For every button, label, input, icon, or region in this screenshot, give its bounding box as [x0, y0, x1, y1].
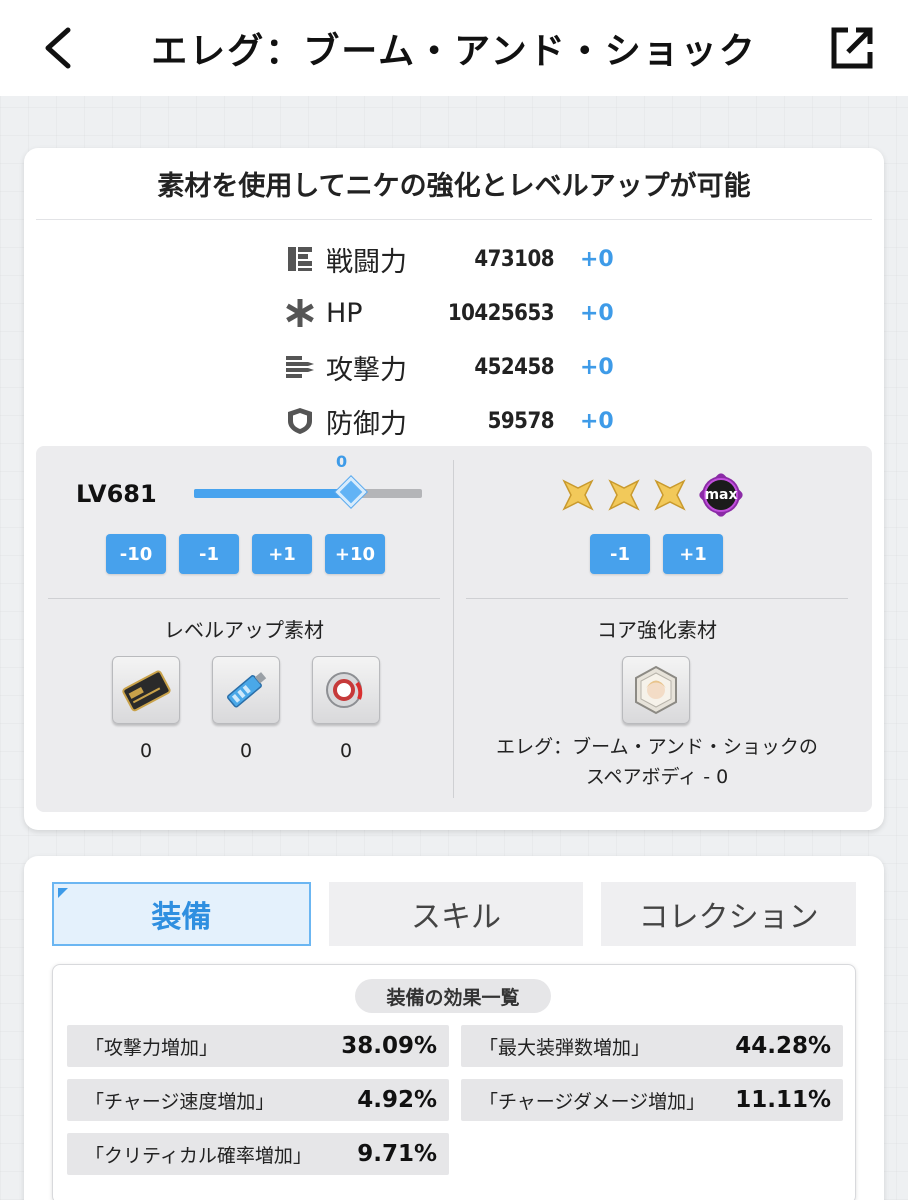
- effect-label: 「最大装弾数増加」: [479, 1036, 651, 1059]
- effect-value: 4.92%: [357, 1087, 437, 1113]
- core-material-item: [622, 656, 690, 724]
- level-slider[interactable]: [194, 476, 422, 508]
- stat-row-defense: 防御力 59578 +0: [284, 394, 644, 448]
- top-bar: エレグ：ブーム・アンド・ショック: [0, 0, 908, 96]
- stat-value: 10425653: [447, 300, 555, 326]
- battle-data-icon: [227, 672, 267, 708]
- credit-card-icon: [122, 670, 171, 712]
- share-button[interactable]: [824, 20, 880, 76]
- level-label: LV681: [76, 480, 157, 508]
- material-item: 0: [312, 656, 380, 762]
- effect-value: 11.11%: [735, 1087, 831, 1113]
- material-slot[interactable]: [112, 656, 180, 724]
- effect-row: 「チャージダメージ増加」 11.11%: [461, 1079, 843, 1121]
- core-material-count: スペアボディ - 0: [585, 766, 729, 788]
- star-icon: [562, 479, 594, 511]
- slider-handle[interactable]: [335, 476, 367, 508]
- material-count: 0: [339, 740, 353, 762]
- external-link-icon: [831, 27, 873, 69]
- level-materials-title: レベルアップ素材: [164, 618, 324, 642]
- level-minus-1-button[interactable]: -1: [179, 534, 239, 574]
- stat-delta: +0: [580, 408, 614, 434]
- material-item: 0: [212, 656, 280, 762]
- core-stars: max: [560, 471, 745, 519]
- stat-delta: +0: [580, 354, 614, 380]
- effect-value: 44.28%: [735, 1033, 831, 1059]
- separator: [466, 598, 848, 599]
- level-plus-1-button[interactable]: +1: [252, 534, 312, 574]
- equipment-effects-panel: 装備の効果一覧 「攻撃力増加」 38.09% 「最大装弾数増加」 44.28% …: [52, 964, 856, 1200]
- asterisk-icon: [284, 297, 316, 329]
- effect-value: 38.09%: [341, 1033, 437, 1059]
- stat-value: 473108: [474, 246, 554, 272]
- level-plus-10-button[interactable]: +10: [325, 534, 385, 574]
- back-button[interactable]: [30, 20, 86, 76]
- tab-collection[interactable]: コレクション: [601, 882, 857, 946]
- slider-value: 0: [336, 452, 348, 471]
- core-plus-1-button[interactable]: +1: [663, 534, 723, 574]
- upgrade-card: 素材を使用してニケの強化とレベルアップが可能 戦闘力 473108 +0 HP …: [24, 148, 884, 830]
- chevron-left-icon: [45, 27, 71, 69]
- stat-value: 452458: [474, 354, 554, 380]
- stats-list: 戦闘力 473108 +0 HP 10425653 +0 攻撃力 452458 …: [284, 232, 644, 448]
- effect-label: 「攻撃力増加」: [85, 1036, 219, 1059]
- effect-value: 9.71%: [357, 1141, 437, 1167]
- effect-label: 「チャージ速度増加」: [85, 1090, 275, 1113]
- slider-fill: [194, 489, 352, 498]
- effect-row: 「チャージ速度増加」 4.92%: [67, 1079, 449, 1121]
- stat-value: 59578: [487, 408, 555, 434]
- material-slot[interactable]: [312, 656, 380, 724]
- panel-divider: [453, 460, 454, 798]
- separator: [48, 598, 440, 599]
- material-item: 0: [112, 656, 180, 762]
- level-materials-list: 0 0 0: [112, 656, 380, 762]
- max-label: max: [704, 487, 738, 503]
- core-material-name: エレグ：ブーム・アンド・ショックの: [496, 736, 818, 758]
- attack-icon: [284, 351, 316, 383]
- stat-delta: +0: [580, 300, 614, 326]
- core-materials-title: コア強化素材: [597, 618, 717, 642]
- tab-equipment[interactable]: 装備: [52, 882, 311, 946]
- material-slot[interactable]: [622, 656, 690, 724]
- level-minus-10-button[interactable]: -10: [106, 534, 166, 574]
- star-icon: [654, 479, 686, 511]
- material-count: 0: [139, 740, 153, 762]
- material-count: 0: [239, 740, 253, 762]
- core-dust-icon: [326, 672, 363, 708]
- stat-row-power: 戦闘力 473108 +0: [284, 232, 644, 286]
- stat-row-hp: HP 10425653 +0: [284, 286, 644, 340]
- effect-row: 「攻撃力増加」 38.09%: [67, 1025, 449, 1067]
- tab-skill[interactable]: スキル: [328, 882, 584, 946]
- effect-row: 「最大装弾数増加」 44.28%: [461, 1025, 843, 1067]
- details-card: 装備 スキル コレクション 装備の効果一覧 「攻撃力増加」 38.09% 「最大…: [24, 856, 884, 1200]
- power-icon: [284, 243, 316, 275]
- effect-row: 「クリティカル確率増加」 9.71%: [67, 1133, 449, 1175]
- core-buttons: -1 +1: [590, 534, 723, 574]
- core-minus-1-button[interactable]: -1: [590, 534, 650, 574]
- page-title: エレグ：ブーム・アンド・ショック: [151, 31, 757, 72]
- shield-icon: [284, 405, 316, 437]
- star-icon: [608, 479, 640, 511]
- tab-bar: 装備 スキル コレクション: [52, 882, 857, 946]
- max-core-badge: max: [697, 471, 745, 519]
- stat-delta: +0: [580, 246, 614, 272]
- card-heading: 素材を使用してニケの強化とレベルアップが可能: [36, 148, 872, 220]
- material-slot[interactable]: [212, 656, 280, 724]
- stat-row-attack: 攻撃力 452458 +0: [284, 340, 644, 394]
- spare-body-icon: [635, 665, 677, 715]
- effects-title: 装備の効果一覧: [355, 979, 551, 1013]
- core-material-description: エレグ：ブーム・アンド・ショックの スペアボディ - 0: [466, 732, 848, 792]
- upgrade-panel: LV681 0 -10 -1 +1 +10 max -1 +1 レベルアップ素材…: [36, 446, 872, 812]
- level-buttons: -10 -1 +1 +10: [106, 534, 385, 574]
- effect-label: 「チャージダメージ増加」: [479, 1090, 706, 1113]
- effect-label: 「クリティカル確率増加」: [85, 1144, 312, 1167]
